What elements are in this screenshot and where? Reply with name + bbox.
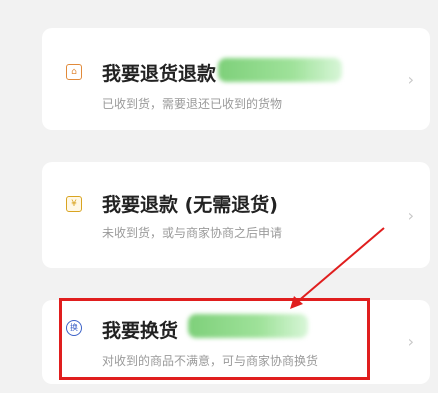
annotation-arrow-icon [290,227,385,309]
